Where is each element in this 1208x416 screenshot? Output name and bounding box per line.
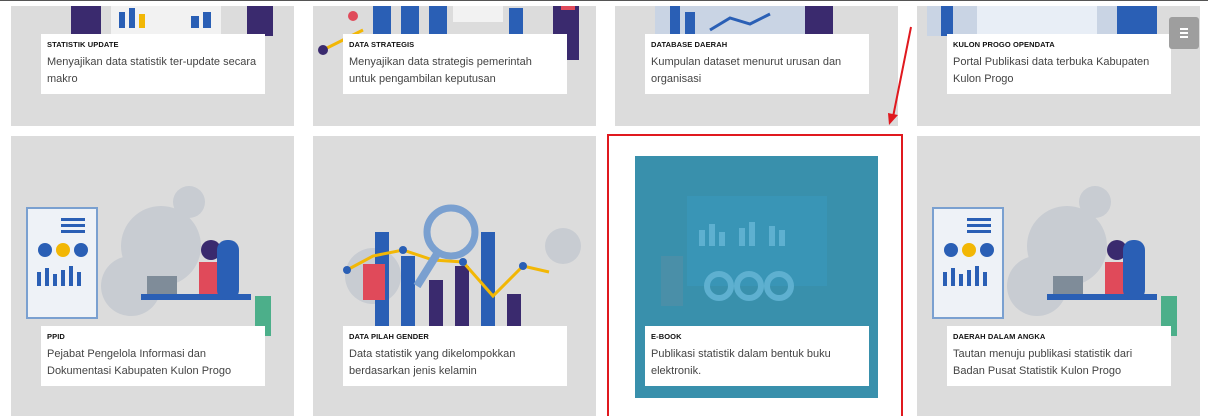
card-database-daerah[interactable]: DATABASE DAERAH Kumpulan dataset menurut…	[615, 0, 898, 126]
card-description: Portal Publikasi data terbuka Kabupaten …	[953, 56, 1150, 85]
card-data-pilah-gender[interactable]: DATA PILAH GENDER Data statistik yang di…	[313, 136, 596, 416]
hamburger-icon-line	[1180, 32, 1188, 34]
card-statistik-update[interactable]: STATISTIK UPDATE Menyajikan data statist…	[11, 0, 294, 126]
menu-button[interactable]	[1169, 17, 1199, 49]
card-description: Publikasi statistik dalam bentuk buku el…	[651, 348, 831, 377]
card-kulon-progo-opendata[interactable]: KULON PROGO OPENDATA Portal Publikasi da…	[917, 0, 1200, 126]
card-title: DAERAH DALAM ANGKA	[953, 332, 1046, 341]
card-title: DATA PILAH GENDER	[349, 332, 429, 341]
stage: { "cards": [ {"title": "STATISTIK UPDATE…	[0, 0, 1208, 416]
card-caption: DAERAH DALAM ANGKA Tautan menuju publika…	[947, 326, 1171, 386]
card-caption: DATABASE DAERAH Kumpulan dataset menurut…	[645, 34, 869, 94]
card-caption: DATA STRATEGIS Menyajikan data strategis…	[343, 34, 567, 94]
card-description: Menyajikan data statistik ter-update sec…	[47, 56, 257, 85]
card-title: KULON PROGO OPENDATA	[953, 40, 1055, 49]
card-title: DATA STRATEGIS	[349, 40, 415, 49]
hamburger-icon	[1180, 28, 1188, 30]
card-description: Menyajikan data strategis pemerintah unt…	[349, 56, 532, 85]
card-caption: E-BOOK Publikasi statistik dalam bentuk …	[645, 326, 869, 386]
card-caption: DATA PILAH GENDER Data statistik yang di…	[343, 326, 567, 386]
arrow-annotation-icon	[888, 26, 912, 125]
card-data-strategis[interactable]: DATA STRATEGIS Menyajikan data strategis…	[313, 0, 596, 126]
card-description: Kumpulan dataset menurut urusan dan orga…	[651, 56, 842, 85]
card-daerah-dalam-angka[interactable]: DAERAH DALAM ANGKA Tautan menuju publika…	[917, 136, 1200, 416]
card-title: PPID	[47, 332, 65, 341]
card-e-book[interactable]: E-BOOK Publikasi statistik dalam bentuk …	[615, 136, 898, 416]
card-caption: KULON PROGO OPENDATA Portal Publikasi da…	[947, 34, 1171, 94]
card-description: Tautan menuju publikasi statistik dari B…	[953, 348, 1133, 377]
card-title: DATABASE DAERAH	[651, 40, 728, 49]
top-border	[0, 0, 1208, 6]
card-caption: STATISTIK UPDATE Menyajikan data statist…	[41, 34, 265, 94]
card-description: Data statistik yang dikelompokkan berdas…	[349, 348, 516, 377]
card-ppid[interactable]: PPID Pejabat Pengelola Informasi dan Dok…	[11, 136, 294, 416]
card-caption: PPID Pejabat Pengelola Informasi dan Dok…	[41, 326, 265, 386]
card-title: STATISTIK UPDATE	[47, 40, 119, 49]
card-description: Pejabat Pengelola Informasi dan Dokument…	[47, 348, 232, 377]
hamburger-icon-line	[1180, 36, 1188, 38]
card-title: E-BOOK	[651, 332, 682, 341]
